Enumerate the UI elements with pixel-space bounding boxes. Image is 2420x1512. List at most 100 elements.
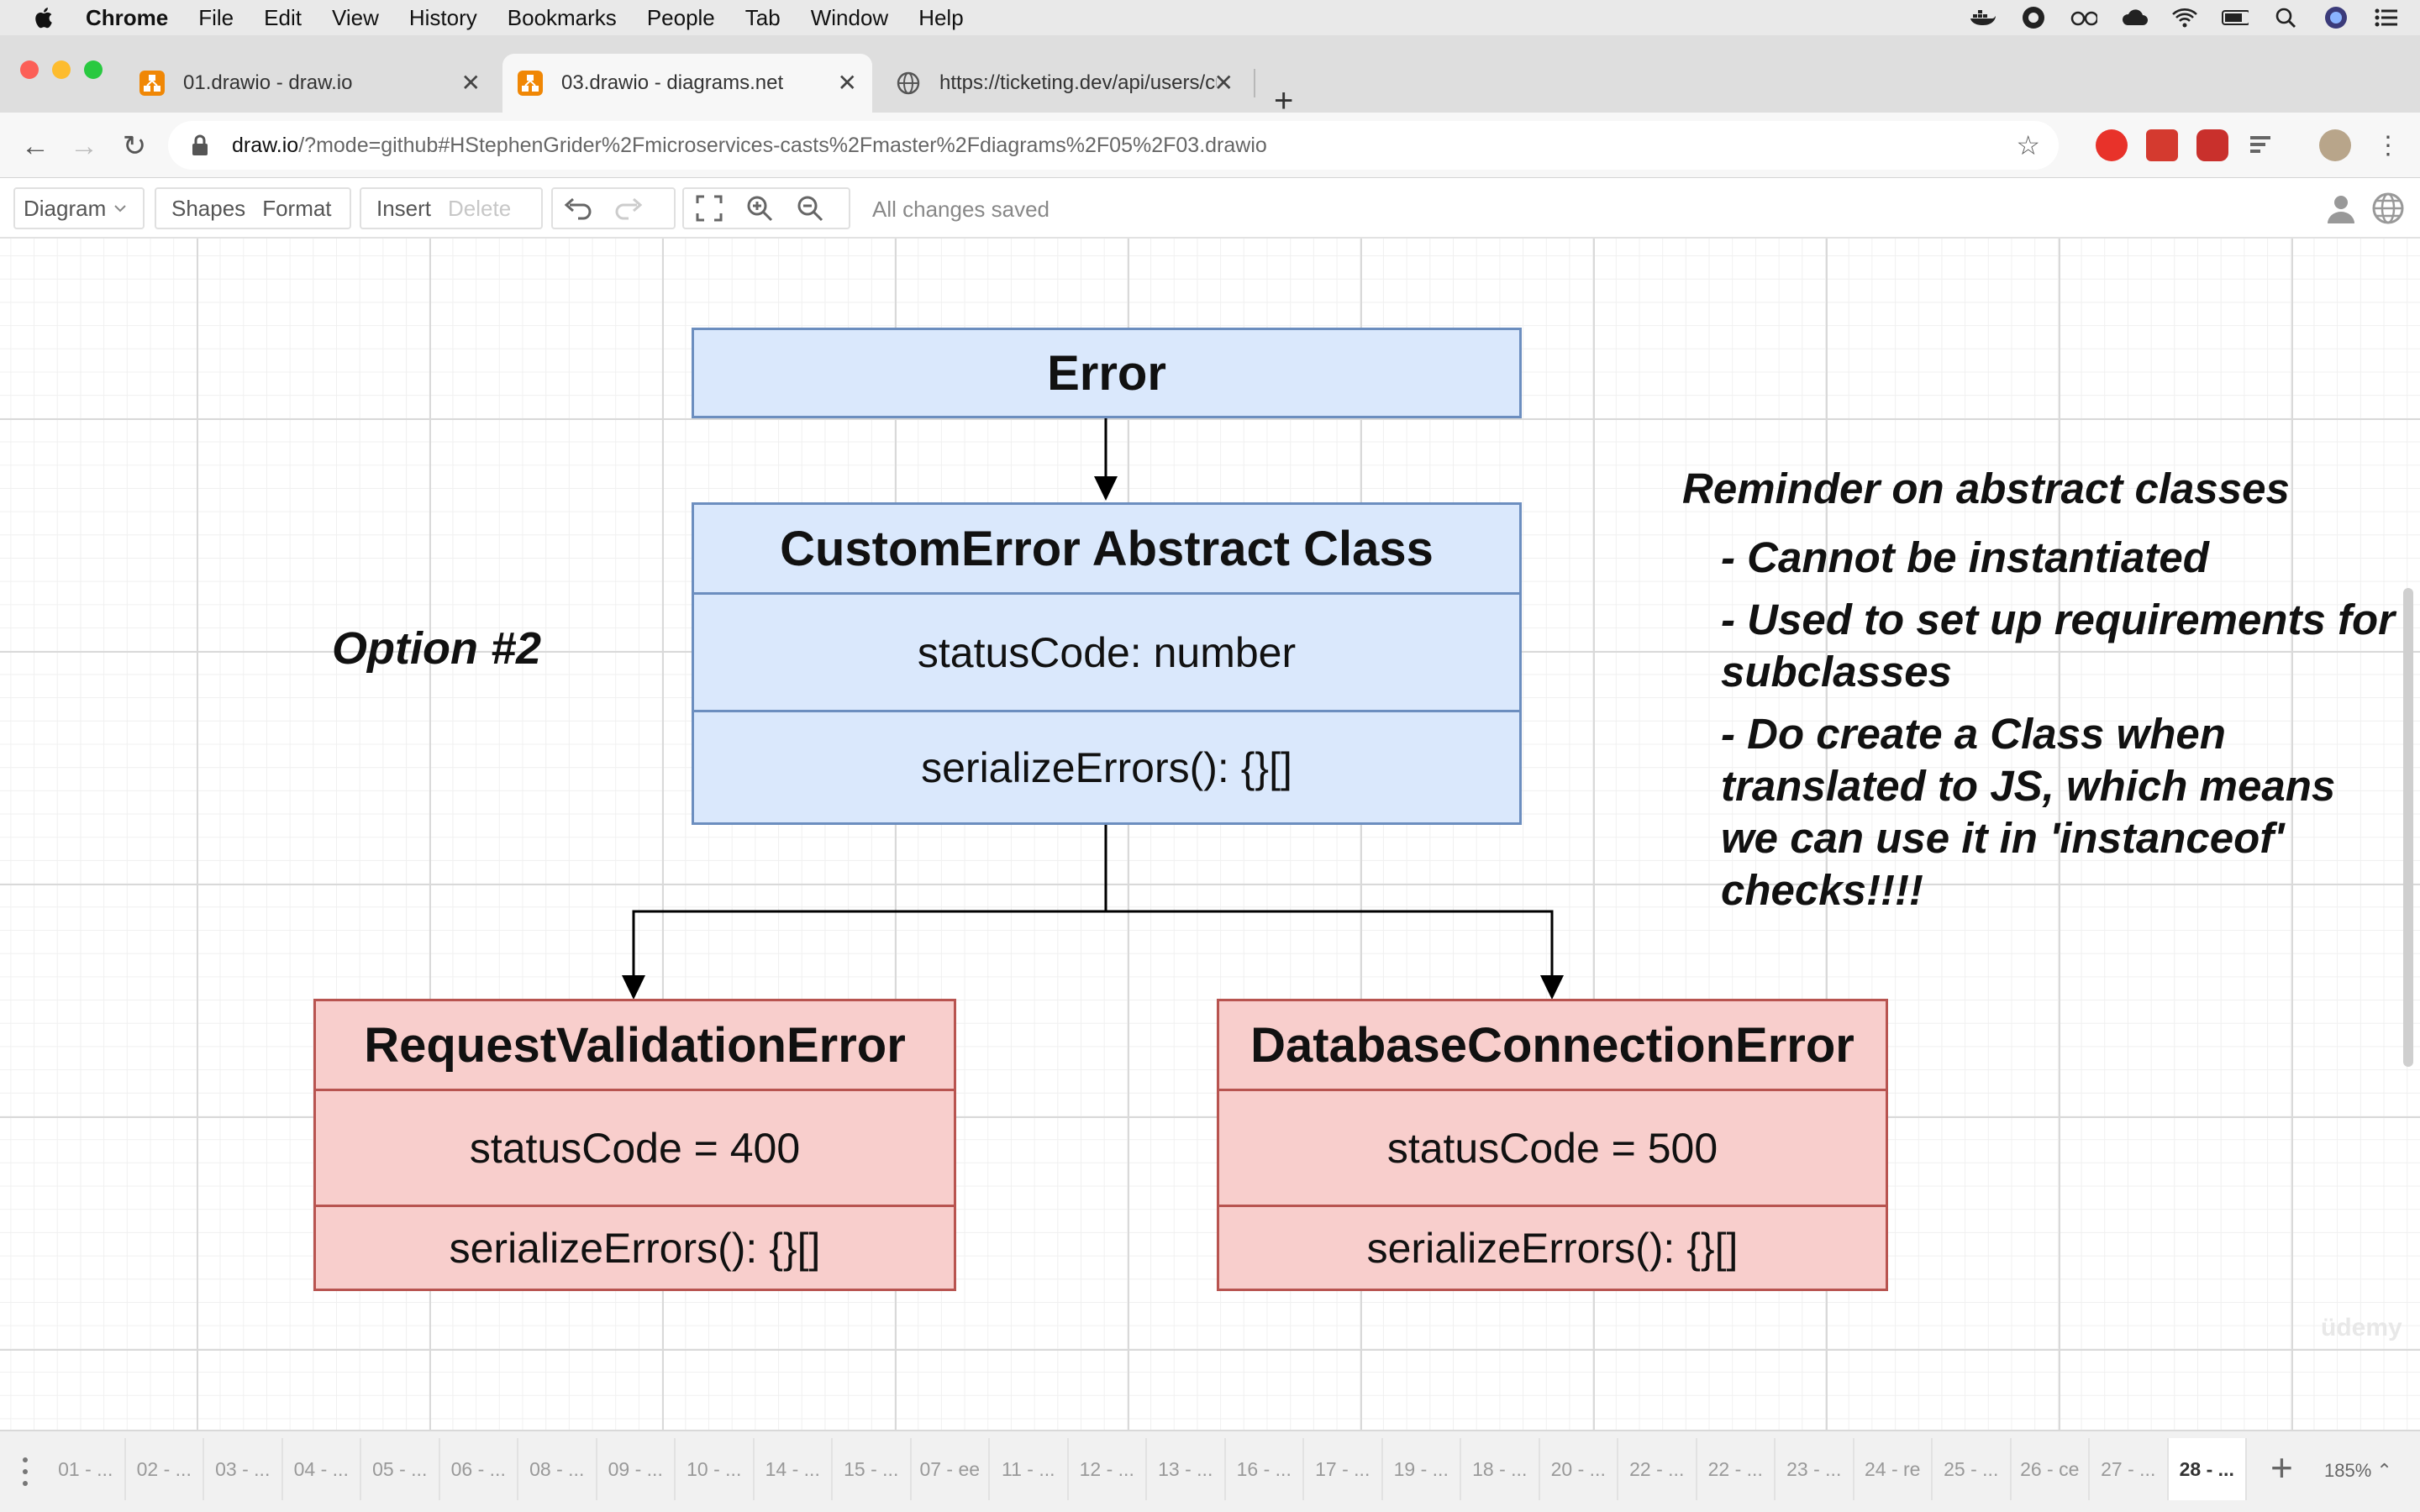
opera-extension-icon[interactable] [2096, 129, 2128, 161]
shapes-button[interactable]: Shapes [171, 196, 245, 222]
page-tab[interactable]: 07 - ee [912, 1438, 990, 1500]
apple-icon[interactable] [32, 5, 57, 30]
page-tab[interactable]: 04 - ... [283, 1438, 361, 1500]
menu-history[interactable]: History [409, 5, 477, 31]
bookmark-star-icon[interactable]: ☆ [2016, 132, 2040, 159]
diagram-canvas[interactable]: Error CustomError Abstract Class statusC… [0, 239, 2420, 1430]
wifi-icon[interactable] [2171, 5, 2198, 30]
error-class-box[interactable]: Error [692, 328, 1522, 418]
edge-customerror-to-requestvalidation[interactable] [622, 825, 1107, 1000]
tab-03-drawio[interactable]: 03.drawio - diagrams.net ✕ [502, 54, 872, 113]
menu-help[interactable]: Help [918, 5, 963, 31]
menu-bookmarks[interactable]: Bookmarks [508, 5, 617, 31]
docker-icon[interactable] [1970, 5, 1996, 30]
lock-icon[interactable] [190, 134, 210, 157]
app-circle-icon[interactable] [2020, 5, 2047, 30]
page-tab[interactable]: 18 - ... [1461, 1438, 1540, 1500]
page-tab[interactable]: 06 - ... [440, 1438, 518, 1500]
language-globe-icon[interactable] [2371, 192, 2405, 225]
tab-01-drawio[interactable]: 01.drawio - draw.io ✕ [126, 54, 496, 113]
user-icon[interactable] [2324, 192, 2358, 225]
page-tab[interactable]: 22 - ... [1618, 1438, 1697, 1500]
page-tab[interactable]: 25 - ... [1933, 1438, 2012, 1500]
option-label[interactable]: Option #2 [332, 622, 541, 675]
page-tab[interactable]: 17 - ... [1304, 1438, 1383, 1500]
page-tab[interactable]: 15 - ... [833, 1438, 912, 1500]
page-tab[interactable]: 08 - ... [518, 1438, 597, 1500]
profile-avatar[interactable] [2319, 129, 2351, 161]
zoom-value: 185% [2324, 1460, 2372, 1481]
page-tab[interactable]: 28 - ... [2168, 1438, 2247, 1500]
page-tab[interactable]: 19 - ... [1383, 1438, 1461, 1500]
page-tab[interactable]: 26 - ce [2012, 1438, 2090, 1500]
page-tab[interactable]: 14 - ... [755, 1438, 833, 1500]
battery-icon[interactable] [2222, 5, 2249, 30]
page-tab[interactable]: 23 - ... [1776, 1438, 1854, 1500]
request-validation-error-class-box[interactable]: RequestValidationError statusCode = 400 … [313, 999, 956, 1291]
menu-people[interactable]: People [647, 5, 715, 31]
undo-icon[interactable] [561, 192, 595, 225]
pages-menu-icon[interactable] [18, 1455, 32, 1488]
edge-customerror-to-databaseconnection[interactable] [1106, 910, 1564, 1000]
url-omnibox[interactable]: draw.io/?mode=github#HStephenGrider%2Fmi… [168, 121, 2059, 170]
reload-icon[interactable]: ↻ [118, 129, 151, 163]
menu-tab[interactable]: Tab [745, 5, 781, 31]
back-arrow-icon[interactable]: ← [18, 129, 52, 163]
format-button[interactable]: Format [262, 196, 331, 222]
note-item: - Cannot be instantiated [1721, 533, 2209, 581]
page-tab[interactable]: 02 - ... [126, 1438, 204, 1500]
page-tab[interactable]: 27 - ... [2090, 1438, 2169, 1500]
page-tab[interactable]: 11 - ... [990, 1438, 1069, 1500]
siri-icon[interactable] [2323, 5, 2349, 30]
tab-close-icon[interactable]: ✕ [461, 71, 481, 95]
menu-view[interactable]: View [332, 5, 379, 31]
page-tab[interactable]: 16 - ... [1226, 1438, 1304, 1500]
abstract-classes-note[interactable]: Reminder on abstract classes - Cannot be… [1682, 464, 2396, 927]
page-tab[interactable]: 20 - ... [1540, 1438, 1618, 1500]
notification-center-icon[interactable] [2373, 5, 2400, 30]
page-tab[interactable]: 13 - ... [1147, 1438, 1226, 1500]
menu-window[interactable]: Window [811, 5, 888, 31]
note-title: Reminder on abstract classes [1682, 465, 2290, 512]
class-title: RequestValidationError [364, 1017, 906, 1073]
page-tab[interactable]: 05 - ... [361, 1438, 440, 1500]
insert-button[interactable]: Insert [376, 196, 431, 222]
extension-icon[interactable] [2146, 129, 2178, 161]
tab-close-icon[interactable]: ✕ [1214, 71, 1234, 95]
window-close-button[interactable] [20, 60, 39, 79]
chrome-menu-icon[interactable]: ⋮ [2371, 129, 2405, 163]
forward-arrow-icon[interactable]: → [67, 129, 101, 163]
zoom-in-icon[interactable] [743, 192, 776, 225]
page-tab[interactable]: 01 - ... [47, 1438, 126, 1500]
tab-close-icon[interactable]: ✕ [838, 71, 857, 95]
page-tab[interactable]: 24 - re [1854, 1438, 1933, 1500]
menu-app-chrome[interactable]: Chrome [86, 5, 168, 31]
glasses-icon[interactable] [2070, 5, 2097, 30]
redo-icon[interactable] [612, 192, 645, 225]
class-title: CustomError Abstract Class [780, 521, 1434, 576]
delete-button[interactable]: Delete [448, 196, 511, 222]
zoom-level[interactable]: 185% ⌃ [2324, 1460, 2392, 1482]
shield-extension-icon[interactable] [2196, 129, 2228, 161]
page-tab[interactable]: 10 - ... [676, 1438, 755, 1500]
vertical-scrollbar[interactable] [2403, 588, 2413, 1067]
diagram-menu-button[interactable]: Diagram [13, 187, 145, 229]
menu-edit[interactable]: Edit [264, 5, 302, 31]
spotlight-search-icon[interactable] [2272, 5, 2299, 30]
cloud-icon[interactable] [2121, 5, 2148, 30]
custom-error-class-box[interactable]: CustomError Abstract Class statusCode: n… [692, 502, 1522, 825]
page-tab[interactable]: 03 - ... [204, 1438, 283, 1500]
edge-error-to-customerror[interactable] [1094, 418, 1118, 501]
list-extension-icon[interactable] [2247, 129, 2279, 161]
page-tab[interactable]: 09 - ... [597, 1438, 676, 1500]
fit-page-icon[interactable] [692, 192, 726, 225]
menu-file[interactable]: File [198, 5, 234, 31]
zoom-out-icon[interactable] [793, 192, 827, 225]
add-page-plus-icon[interactable]: + [2270, 1446, 2293, 1488]
window-zoom-button[interactable] [84, 60, 103, 79]
database-connection-error-class-box[interactable]: DatabaseConnectionError statusCode = 500… [1217, 999, 1888, 1291]
page-tab[interactable]: 12 - ... [1069, 1438, 1147, 1500]
tab-ticketing-api[interactable]: https://ticketing.dev/api/users/cu ✕ [879, 54, 1249, 113]
window-minimize-button[interactable] [52, 60, 71, 79]
page-tab[interactable]: 22 - ... [1697, 1438, 1776, 1500]
